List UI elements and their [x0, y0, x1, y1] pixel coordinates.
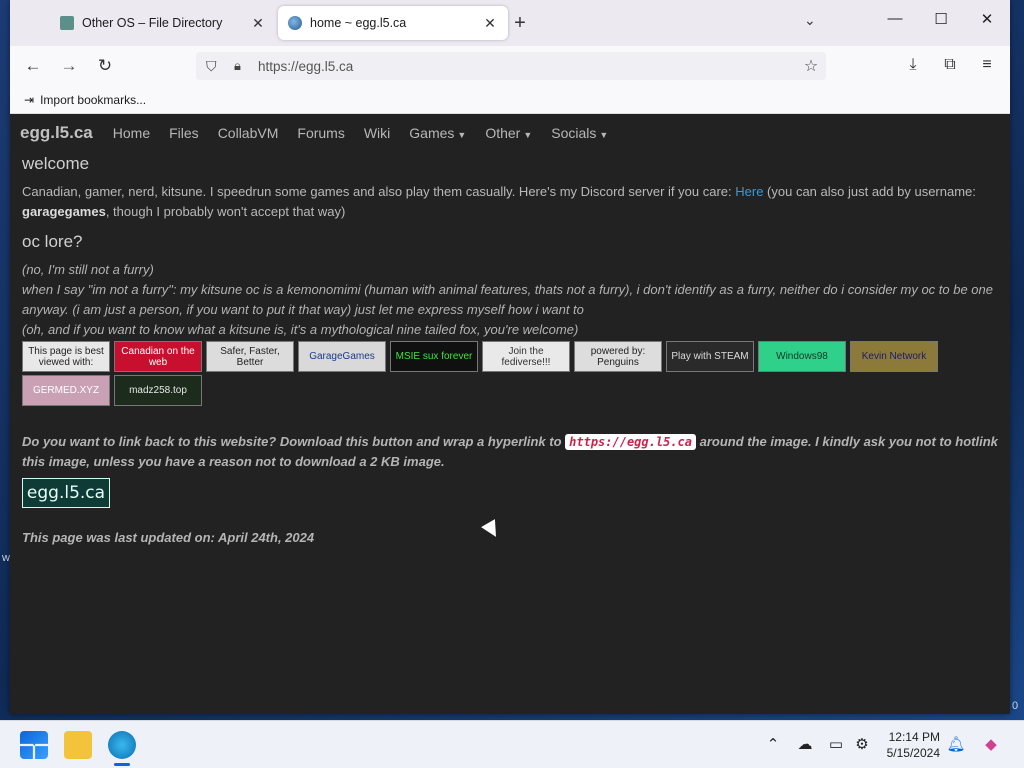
system-clock[interactable]: 12:14 PM 5/15/2024 [880, 729, 940, 761]
nav-link-files[interactable]: Files [169, 125, 199, 141]
intro-paragraph: Canadian, gamer, nerd, kitsune. I speedr… [22, 182, 998, 222]
nav-dropdown-other[interactable]: Other ▼ [485, 125, 532, 141]
dropdown-label: Socials [551, 125, 597, 141]
lore-line: when I say "im not a furry": my kitsune … [22, 282, 994, 317]
globe-icon [288, 16, 302, 30]
navigation-toolbar: ← → ↻ ⛉ 🔒︎ https://egg.l5.ca ☆ ⤓ ⧉ ≡ [10, 46, 1010, 86]
web-badge[interactable]: This page is best viewed with: [22, 341, 110, 372]
dropdown-label: Games [409, 125, 455, 141]
tab-other-os[interactable]: Other OS – File Directory ✕ [50, 6, 276, 40]
lore-heading: oc lore? [22, 232, 83, 251]
web-badge[interactable]: MSIE sux forever [390, 341, 478, 372]
site-brand[interactable]: egg.l5.ca [20, 123, 93, 143]
dropdown-label: Other [485, 125, 521, 141]
web-page: egg.l5.ca Home Files CollabVM Forums Wik… [10, 114, 1010, 714]
tab-title: Other OS – File Directory [82, 16, 223, 30]
list-all-tabs-button[interactable]: ⌄ [804, 12, 816, 29]
nav-dropdown-games[interactable]: Games ▼ [409, 125, 466, 141]
reload-button[interactable]: ↻ [94, 56, 116, 76]
last-updated-text: This page was last updated on: April 24t… [22, 530, 315, 545]
nav-link-wiki[interactable]: Wiki [364, 125, 390, 141]
desktop-edge-text-left: w [2, 552, 10, 564]
desktop-edge-text-right: 0 [1012, 700, 1019, 712]
url-text[interactable]: https://egg.l5.ca [258, 59, 796, 74]
site-url-code: https://egg.l5.ca [565, 434, 696, 450]
intro-text: Canadian, gamer, nerd, kitsune. I speedr… [22, 184, 736, 199]
tab-title: home ~ egg.l5.ca [310, 16, 407, 30]
back-button[interactable]: ← [22, 56, 44, 76]
copilot-icon[interactable]: ◆ [980, 735, 1002, 753]
web-badge[interactable]: GERMED.XYZ [22, 375, 110, 406]
web-badge[interactable]: Canadian on the web [114, 341, 202, 372]
chevron-up-icon[interactable]: ⌃ [762, 735, 784, 753]
clock-time: 12:14 PM [888, 730, 940, 744]
web-badge[interactable]: GarageGames [298, 341, 386, 372]
web-badge[interactable]: Play with STEAM [666, 341, 754, 372]
nav-link-forums[interactable]: Forums [297, 125, 344, 141]
web-badge[interactable]: Join the fediverse!!! [482, 341, 570, 372]
network-settings-icon[interactable]: ⚙ [851, 735, 873, 753]
web-badge[interactable]: madz258.top [114, 375, 202, 406]
taskbar: ⌃ ☁ ▭ ⚙ 12:14 PM 5/15/2024 🔔︎ ◆ [0, 720, 1024, 768]
lore-line: (no, I'm still not a furry) [22, 262, 154, 277]
devices-icon[interactable]: ▭ [825, 735, 847, 753]
caret-down-icon: ▼ [457, 130, 467, 140]
nav-dropdown-socials[interactable]: Socials ▼ [551, 125, 608, 141]
address-bar[interactable]: ⛉ 🔒︎ https://egg.l5.ca ☆ [196, 52, 826, 80]
close-window-button[interactable]: ✕ [972, 10, 1002, 28]
browser-taskbar-icon[interactable] [108, 731, 136, 759]
lock-icon[interactable]: 🔒︎ [234, 58, 248, 74]
web-badge[interactable]: Safer, Faster, Better [206, 341, 294, 372]
button-badges: This page is best viewed with: Canadian o… [22, 341, 952, 406]
web-badge[interactable]: Windows98 [758, 341, 846, 372]
file-directory-icon [60, 16, 74, 30]
downloads-icon[interactable]: ⤓ [902, 56, 924, 74]
linkback-text: Do you want to link back to this website… [22, 434, 566, 449]
browser-window: Other OS – File Directory ✕ home ~ egg.l… [10, 0, 1010, 714]
lore-line: (oh, and if you want to know what a kits… [22, 322, 579, 337]
nav-link-collabvm[interactable]: CollabVM [218, 125, 279, 141]
nav-link-home[interactable]: Home [113, 125, 150, 141]
maximize-button[interactable]: ☐ [926, 10, 956, 28]
bell-icon[interactable]: 🔔︎ [945, 735, 967, 753]
bookmark-star-icon[interactable]: ☆ [796, 56, 826, 76]
forward-button[interactable]: → [58, 56, 80, 76]
cloud-off-icon[interactable]: ☁ [794, 735, 816, 753]
import-icon: ⇥ [24, 92, 35, 107]
import-bookmarks-link[interactable]: Import bookmarks... [40, 93, 146, 107]
caret-down-icon: ▼ [599, 130, 609, 140]
tab-home-egg[interactable]: home ~ egg.l5.ca ✕ [278, 6, 508, 40]
welcome-heading: welcome [22, 154, 90, 173]
active-app-indicator [114, 763, 130, 766]
clock-date: 5/15/2024 [886, 746, 940, 760]
linkback-paragraph: Do you want to link back to this website… [22, 432, 998, 472]
bookmarks-toolbar: ⇥ Import bookmarks... [10, 86, 1010, 114]
close-tab-icon[interactable]: ✕ [482, 15, 498, 32]
intro-text-2: (you can also just add by username: [763, 184, 976, 199]
intro-text-3: , though I probably won't accept that wa… [105, 204, 346, 219]
file-explorer-icon[interactable] [64, 731, 92, 759]
main-content: welcome Canadian, gamer, nerd, kitsune. … [10, 154, 1010, 545]
shield-icon[interactable]: ⛉ [206, 58, 222, 75]
web-badge[interactable]: powered by: Penguins [574, 341, 662, 372]
discord-link[interactable]: Here [735, 184, 763, 199]
egg-button-image[interactable]: egg.l5.ca [22, 478, 110, 508]
new-tab-button[interactable]: + [510, 12, 530, 35]
caret-down-icon: ▼ [523, 130, 533, 140]
site-navbar: egg.l5.ca Home Files CollabVM Forums Wik… [10, 114, 1010, 152]
menu-icon[interactable]: ≡ [976, 56, 998, 74]
close-tab-icon[interactable]: ✕ [250, 15, 266, 32]
username: garagegames [22, 204, 106, 219]
windows-start-icon[interactable] [20, 731, 48, 759]
minimize-button[interactable]: — [880, 10, 910, 27]
web-badge[interactable]: Kevin Network [850, 341, 938, 372]
tab-bar: Other OS – File Directory ✕ home ~ egg.l… [10, 0, 1010, 46]
extensions-icon[interactable]: ⧉ [939, 56, 961, 74]
